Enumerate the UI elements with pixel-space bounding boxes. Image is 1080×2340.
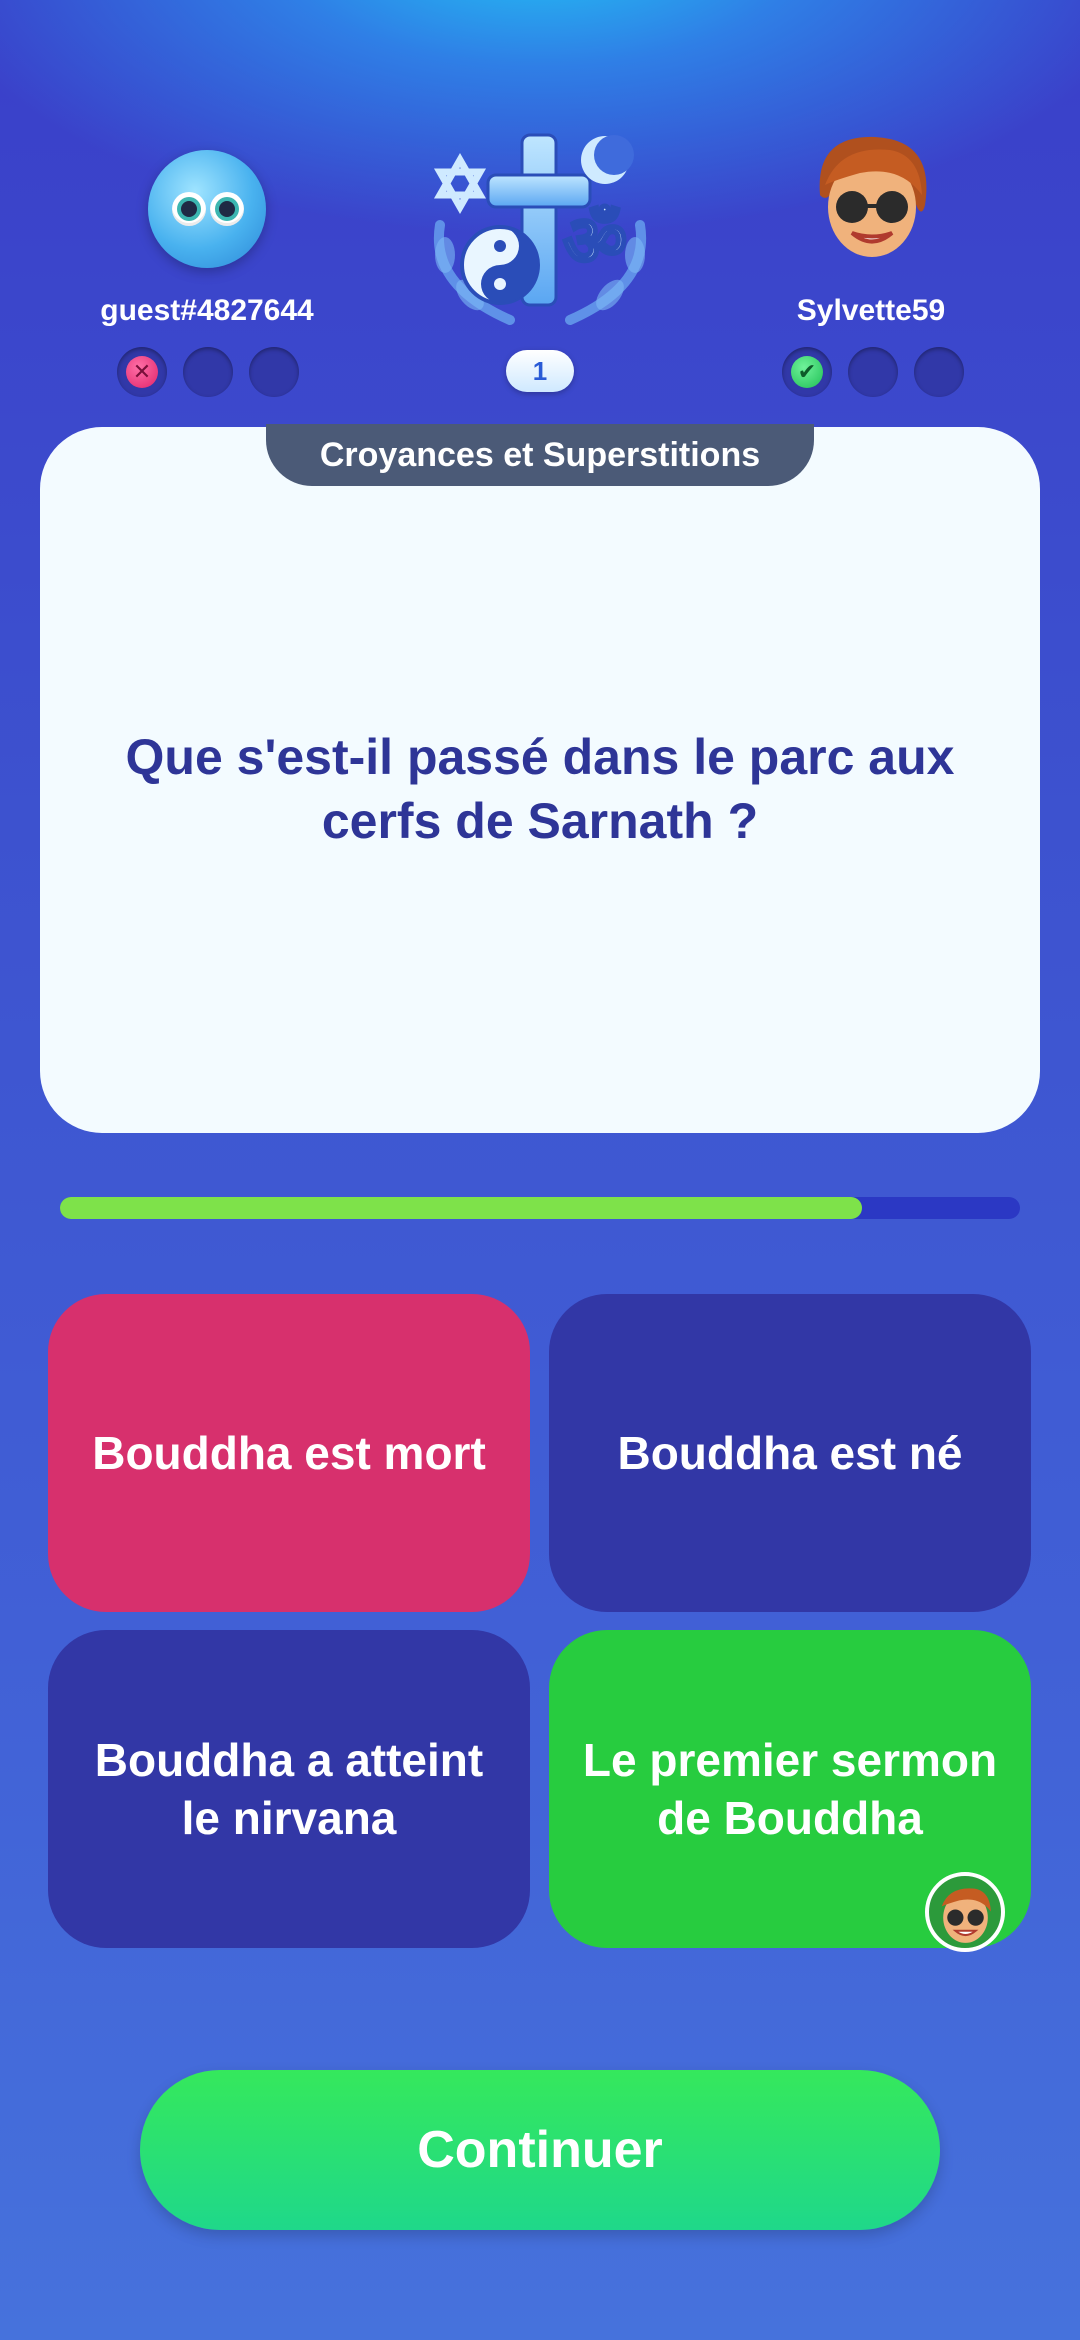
check-mark-icon: ✔ xyxy=(797,359,817,384)
player-right-name: Sylvette59 xyxy=(796,294,946,327)
score-dot-empty xyxy=(249,347,299,397)
player-left-name: guest#4827644 xyxy=(100,294,314,327)
score-dot-empty xyxy=(183,347,233,397)
answer-button-1[interactable]: Bouddha est mort xyxy=(48,1294,530,1612)
round-number-badge: 1 xyxy=(506,350,574,392)
score-dot-empty xyxy=(848,347,898,397)
svg-text:ॐ: ॐ xyxy=(563,200,627,282)
answer-button-2[interactable]: Bouddha est né xyxy=(549,1294,1031,1612)
question-text: Que s'est-il passé dans le parc aux cerf… xyxy=(125,729,955,849)
score-dot-wrong: ✕ xyxy=(117,347,167,397)
opponent-choice-avatar xyxy=(925,1872,1005,1952)
category-emblem-icon: ॐ xyxy=(400,115,680,335)
avatar-eye-icon xyxy=(172,192,206,226)
continue-button[interactable]: Continuer xyxy=(140,2070,940,2230)
timer-bar-fill xyxy=(60,1197,862,1219)
score-dot-empty xyxy=(914,347,964,397)
player-left-avatar xyxy=(148,150,266,268)
category-label: Croyances et Superstitions xyxy=(266,424,814,486)
x-mark-icon: ✕ xyxy=(132,359,152,384)
avatar-eye-icon xyxy=(210,192,244,226)
answer-button-3[interactable]: Bouddha a atteint le nirvana xyxy=(48,1630,530,1948)
player-right-avatar xyxy=(800,125,942,267)
player-left-score-dots: ✕ xyxy=(117,347,299,397)
player-right-score-dots: ✔ xyxy=(782,347,964,397)
score-dot-right: ✔ xyxy=(782,347,832,397)
timer-bar xyxy=(60,1197,1020,1219)
